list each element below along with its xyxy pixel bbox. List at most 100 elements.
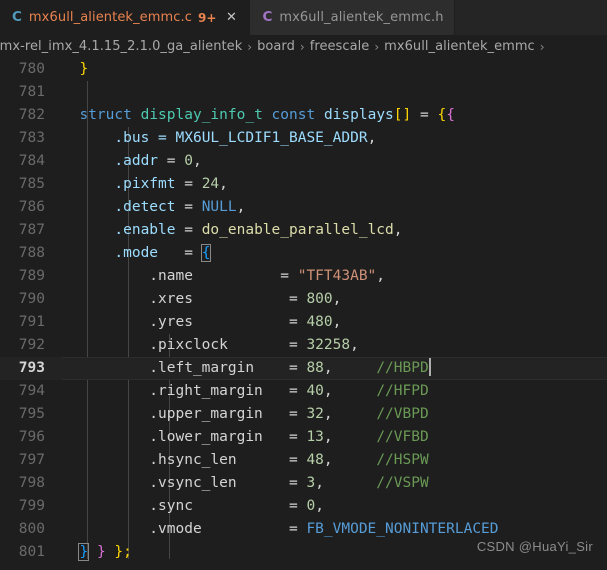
editor-tab-bar: C mx6ull_alientek_emmc.c 9+ ✕ C mx6ull_a…	[0, 0, 607, 35]
code-text[interactable]: .xres = 800,	[62, 288, 607, 311]
code-token: {	[200, 244, 212, 262]
line-number: 799	[18, 498, 45, 514]
code-line[interactable]: 796 .lower_margin = 13, //VFBD	[0, 426, 607, 449]
code-editor[interactable]: 780 } 781 782 struct display_info_t const …	[0, 58, 607, 570]
code-token: .yres	[62, 314, 289, 330]
code-text[interactable]: .pixfmt = 24,	[62, 173, 607, 196]
code-token: .mode	[62, 245, 159, 261]
code-text[interactable]: .right_margin = 40, //HFPD	[62, 380, 607, 403]
code-lines-container[interactable]: 780 } 781 782 struct display_info_t const …	[0, 58, 607, 564]
code-text[interactable]: }	[62, 58, 607, 81]
code-line[interactable]: 795 .upper_margin = 32, //VBPD	[0, 403, 607, 426]
line-number: 787	[18, 222, 45, 238]
code-text[interactable]: .upper_margin = 32, //VBPD	[62, 403, 607, 426]
code-text[interactable]: .left_margin = 88, //HBPD	[62, 357, 607, 380]
line-number: 785	[18, 176, 45, 192]
text-cursor	[428, 358, 431, 376]
code-token: MX6UL_LCDIF1_BASE_ADDR	[175, 130, 368, 146]
line-number: 795	[18, 406, 45, 422]
code-line[interactable]: 794 .right_margin = 40, //HFPD	[0, 380, 607, 403]
code-token: =	[288, 475, 307, 491]
code-line[interactable]: 786 .detect = NULL,	[0, 196, 607, 219]
code-line[interactable]: 800 .vmode = FB_VMODE_NONINTERLACED	[0, 518, 607, 541]
code-text[interactable]: .detect = NULL,	[62, 196, 607, 219]
code-token: ,	[192, 153, 202, 169]
code-token: ,	[323, 429, 377, 445]
code-token: .detect	[62, 199, 176, 215]
code-token: 800	[306, 291, 333, 307]
code-line[interactable]: 789 .name = "TFT43AB",	[0, 265, 607, 288]
line-number: 797	[18, 452, 45, 468]
code-token: NULL	[201, 199, 237, 215]
breadcrumb-item-freescale[interactable]: freescale	[310, 39, 370, 54]
code-text[interactable]: .hsync_len = 48, //HSPW	[62, 449, 607, 472]
code-token: //HBPD	[376, 360, 429, 376]
code-token: //VFBD	[376, 429, 429, 445]
code-token: ,	[219, 176, 228, 192]
code-token: const	[271, 107, 316, 123]
code-token: .vmode	[62, 521, 289, 537]
code-line[interactable]: 792 .pixclock = 32258,	[0, 334, 607, 357]
code-line[interactable]: 797 .hsync_len = 48, //HSPW	[0, 449, 607, 472]
code-token: ,	[393, 222, 403, 238]
code-text[interactable]: .mode = {	[62, 242, 607, 265]
code-token: =	[288, 383, 307, 399]
code-token: .sync	[62, 498, 289, 514]
editor-tab-mx6ull-alientek-emmc-h[interactable]: C mx6ull_alientek_emmc.h	[250, 0, 455, 35]
breadcrumb-item-mx6ull-alientek-emmc[interactable]: mx6ull_alientek_emmc	[384, 39, 535, 54]
code-text[interactable]: .name = "TFT43AB",	[62, 265, 607, 288]
line-number: 793	[18, 360, 45, 376]
code-text[interactable]: struct display_info_t const displays[] =…	[62, 104, 607, 127]
breadcrumb-item-project[interactable]: imx-rel_imx_4.1.15_2.1.0_ga_alientek	[0, 39, 242, 54]
code-text[interactable]: .vsync_len = 3, //VSPW	[62, 472, 607, 495]
code-text[interactable]: .enable = do_enable_parallel_lcd,	[62, 219, 607, 242]
editor-tab-problem-badge: 9+	[198, 10, 217, 25]
code-line[interactable]: 791 .yres = 480,	[0, 311, 607, 334]
line-number: 791	[18, 314, 45, 330]
code-token: }	[79, 61, 89, 77]
code-line[interactable]: 799 .sync = 0,	[0, 495, 607, 518]
code-text[interactable]: .bus = MX6UL_LCDIF1_BASE_ADDR,	[62, 127, 607, 150]
code-token: =	[158, 153, 185, 169]
code-line[interactable]: 787 .enable = do_enable_parallel_lcd,	[0, 219, 607, 242]
code-token: 32258	[306, 337, 351, 353]
code-text[interactable]: .pixclock = 32258,	[62, 334, 607, 357]
code-token: do_enable_parallel_lcd	[201, 222, 394, 238]
code-text[interactable]: .yres = 480,	[62, 311, 607, 334]
code-token: .name	[62, 268, 281, 284]
code-token: ,	[323, 452, 377, 468]
code-token: =	[288, 406, 307, 422]
code-line[interactable]: 781	[0, 81, 607, 104]
code-line[interactable]: 780 }	[0, 58, 607, 81]
code-token: 48	[306, 452, 324, 468]
code-line[interactable]: 790 .xres = 800,	[0, 288, 607, 311]
code-token: displays	[323, 107, 394, 123]
code-token: .vsync_len	[62, 475, 289, 491]
line-number: 792	[18, 337, 45, 353]
code-line[interactable]: 783 .bus = MX6UL_LCDIF1_BASE_ADDR,	[0, 127, 607, 150]
editor-tab-mx6ull-alientek-emmc-c[interactable]: C mx6ull_alientek_emmc.c 9+ ✕	[0, 0, 251, 35]
code-text[interactable]: .vmode = FB_VMODE_NONINTERLACED	[62, 518, 607, 541]
code-text[interactable]: .addr = 0,	[62, 150, 607, 173]
code-line[interactable]: 798 .vsync_len = 3, //VSPW	[0, 472, 607, 495]
code-token: =	[288, 521, 307, 537]
line-number: 794	[18, 383, 45, 399]
code-line[interactable]: 784 .addr = 0,	[0, 150, 607, 173]
code-line[interactable]: 785 .pixfmt = 24,	[0, 173, 607, 196]
breadcrumb-item-board[interactable]: board	[257, 39, 295, 54]
chevron-right-icon: ›	[539, 39, 545, 54]
code-token: }	[78, 543, 90, 561]
line-number: 790	[18, 291, 45, 307]
code-token: ,	[323, 406, 377, 422]
code-line[interactable]: 788 .mode = {	[0, 242, 607, 265]
code-text[interactable]: .lower_margin = 13, //VFBD	[62, 426, 607, 449]
code-text[interactable]: .sync = 0,	[62, 495, 607, 518]
close-icon[interactable]: ✕	[223, 10, 239, 26]
code-line[interactable]: 793 .left_margin = 88, //HBPD	[0, 357, 607, 380]
code-line[interactable]: 782 struct display_info_t const displays…	[0, 104, 607, 127]
code-token: .pixclock	[62, 337, 289, 353]
code-token: "TFT43AB"	[297, 268, 377, 284]
code-token: ,	[367, 130, 377, 146]
